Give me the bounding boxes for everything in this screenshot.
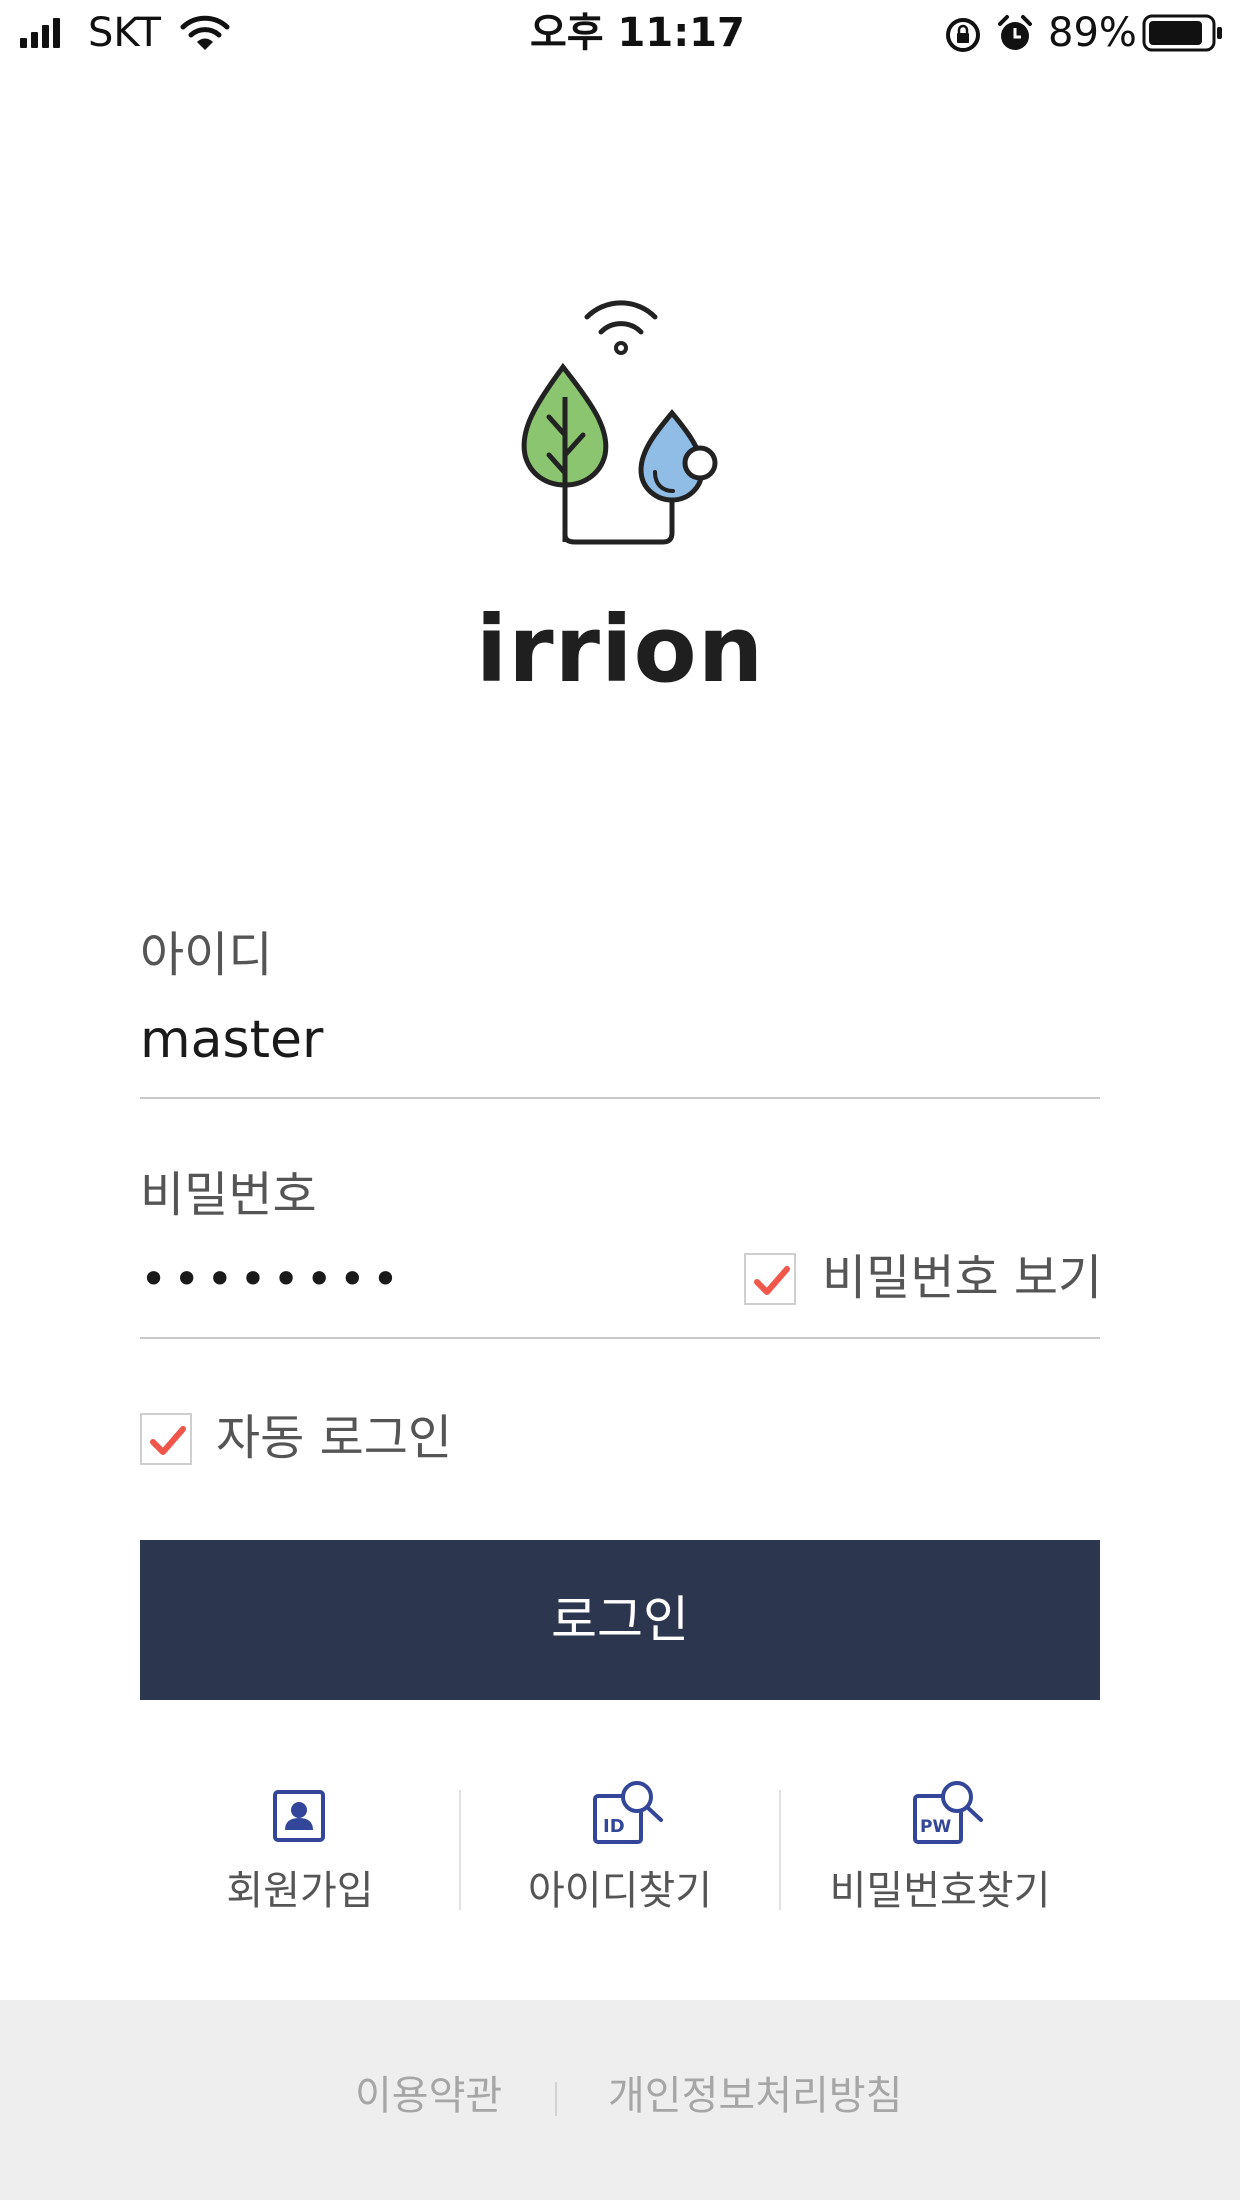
password-label: 비밀번호: [140, 1167, 317, 1223]
carrier-label: SKT: [88, 10, 161, 56]
id-icon-text: ID: [603, 1816, 625, 1837]
footer: 이용약관 개인정보처리방침: [0, 2000, 1240, 2200]
app-name: irrion: [475, 596, 765, 703]
alarm-icon: [998, 15, 1032, 50]
id-label: 아이디: [140, 927, 273, 983]
id-underline: [140, 1097, 1100, 1099]
login-button[interactable]: 로그인: [140, 1540, 1100, 1700]
wifi-icon: [180, 15, 230, 50]
id-input[interactable]: master: [140, 1008, 1100, 1072]
auto-login-checkbox[interactable]: [140, 1413, 192, 1465]
battery-percent: 89%: [1048, 10, 1137, 56]
irrion-logo-icon: [521, 300, 718, 545]
checkmark-icon: [754, 1266, 790, 1295]
password-input[interactable]: ••••••••: [140, 1247, 720, 1311]
cellular-signal-icon: [20, 18, 60, 48]
id-search-icon: ID: [593, 1781, 663, 1844]
signup-label: 회원가입: [226, 1868, 374, 1914]
pw-search-icon: PW: [913, 1781, 983, 1844]
find-password-label: 비밀번호찾기: [829, 1868, 1051, 1914]
battery-icon: [1142, 14, 1222, 52]
show-password-label[interactable]: 비밀번호 보기: [822, 1248, 1102, 1308]
rotation-lock-icon: [946, 18, 980, 52]
clock: 오후 11:17: [530, 10, 745, 56]
checkmark-icon: [150, 1426, 186, 1455]
pw-icon-text: PW: [920, 1817, 951, 1837]
auto-login-label[interactable]: 자동 로그인: [216, 1408, 452, 1468]
status-bar: SKT 오후 11:17 89%: [0, 0, 1240, 70]
show-password-checkbox[interactable]: [744, 1253, 796, 1305]
password-underline: [140, 1337, 1100, 1339]
footer-divider: [555, 2082, 557, 2116]
terms-link[interactable]: 이용약관: [355, 2070, 502, 2122]
find-id-label: 아이디찾기: [528, 1868, 712, 1914]
user-card-icon: [273, 1790, 325, 1842]
privacy-policy-link[interactable]: 개인정보처리방침: [608, 2070, 902, 2122]
